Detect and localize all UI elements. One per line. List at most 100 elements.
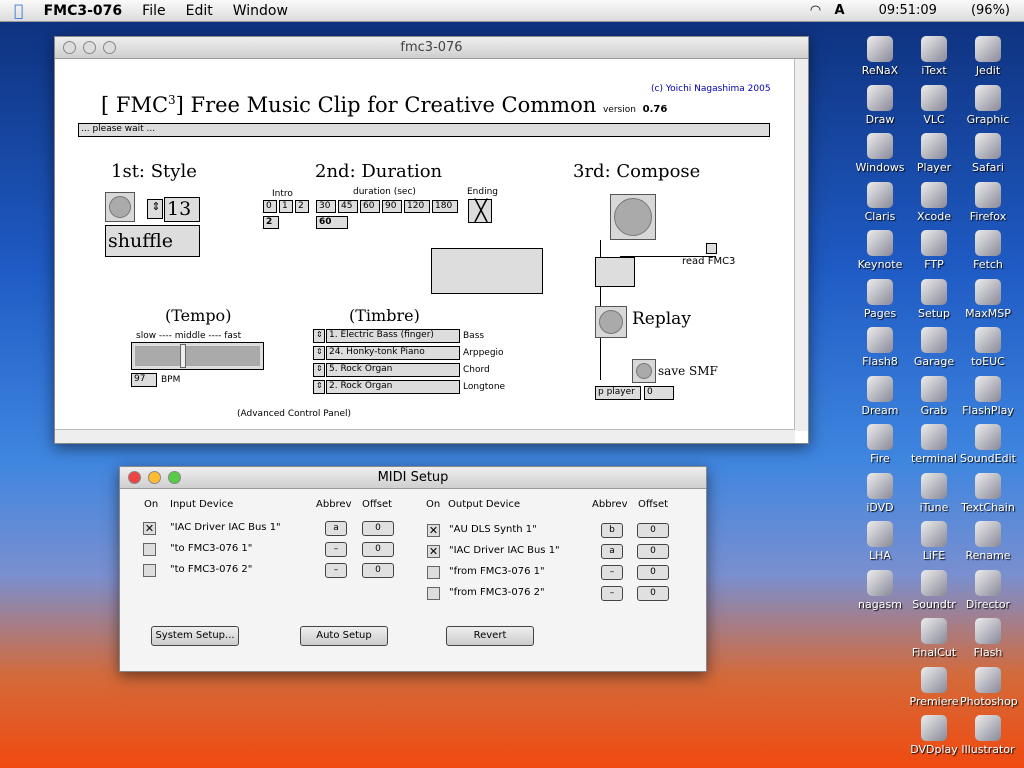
auto-setup-button[interactable]: Auto Setup [300,626,388,646]
desktop-icon-dream[interactable]: Dream [852,375,908,417]
desktop-icon-vlc[interactable]: VLC [906,84,962,126]
outputs-on-checkbox[interactable]: ✕ [427,545,440,558]
duration-option[interactable]: 90 [382,200,402,213]
style-random-button[interactable] [105,192,135,222]
timbre-select[interactable]: 2. Rock Organ [326,380,460,394]
desktop-icon-ftp[interactable]: FTP [906,230,962,271]
desktop-icon-illustrator[interactable]: Illustrator [960,715,1016,756]
inputs-on-checkbox[interactable]: ✕ [143,522,156,535]
inputs-abbrev-button[interactable]: a [325,521,347,536]
duration-option[interactable]: 60 [360,200,380,213]
desktop-icon-idvd[interactable]: iDVD [852,472,908,514]
inputs-abbrev-button[interactable]: – [325,563,347,578]
desktop-icon-setup[interactable]: Setup [906,278,962,320]
desktop-icon-windows[interactable]: Windows [852,133,908,174]
timbre-stepper-icon[interactable]: ⇕ [313,329,325,343]
menu-file[interactable]: File [142,3,165,19]
desktop-icon-textchain[interactable]: TextChain [960,472,1016,514]
desktop-icon-soundedit[interactable]: SoundEdit [960,424,1016,465]
inputs-abbrev-button[interactable]: – [325,542,347,557]
replay-button[interactable] [595,306,627,338]
desktop-icon-pages[interactable]: Pages [852,278,908,320]
outputs-offset-field[interactable]: 0 [637,544,669,559]
minimize-button[interactable] [148,471,161,484]
desktop-icon-maxmsp[interactable]: MaxMSP [960,278,1016,320]
system-setup-button[interactable]: System Setup... [151,626,239,646]
desktop-icon-lha[interactable]: LHA [852,521,908,562]
desktop-icon-safari[interactable]: Safari [960,133,1016,174]
bpm-value[interactable]: 97 [131,373,157,387]
desktop-icon-itext[interactable]: iText [906,36,962,77]
timbre-stepper-icon[interactable]: ⇕ [313,363,325,377]
desktop-icon-life[interactable]: LiFE [906,521,962,562]
horizontal-scrollbar[interactable] [55,429,795,443]
minimize-button[interactable] [83,41,96,54]
desktop-icon-finalcut[interactable]: FinalCut [906,618,962,659]
input-icon[interactable]: A [835,3,845,18]
style-number[interactable]: 13 [164,197,200,222]
desktop-icon-firefox[interactable]: Firefox [960,181,1016,223]
duration-option[interactable]: 45 [338,200,358,213]
desktop-icon-soundtr[interactable]: Soundtr [906,569,962,611]
outputs-abbrev-button[interactable]: a [601,544,623,559]
inputs-offset-field[interactable]: 0 [362,542,394,557]
close-button[interactable] [128,471,141,484]
zoom-button[interactable] [103,41,116,54]
advanced-panel-link[interactable]: (Advanced Control Panel) [237,409,351,419]
tempo-slider[interactable] [131,342,264,370]
compose-button[interactable] [610,194,656,240]
read-bang[interactable] [706,243,717,254]
desktop-icon-flash[interactable]: Flash [960,618,1016,659]
timbre-select[interactable]: 1. Electric Bass (finger) [326,329,460,343]
save-smf-button[interactable] [632,359,656,383]
clock[interactable]: 09:51:09 [879,3,937,18]
duration-option[interactable]: 120 [404,200,430,213]
desktop-icon-premiere[interactable]: Premiere [906,666,962,708]
desktop-icon-grab[interactable]: Grab [906,375,962,417]
outputs-on-checkbox[interactable]: ✕ [427,524,440,537]
outputs-offset-field[interactable]: 0 [637,586,669,601]
outputs-abbrev-button[interactable]: – [601,586,623,601]
desktop-icon-jedit[interactable]: Jedit [960,36,1016,77]
desktop-icon-photoshop[interactable]: Photoshop [960,666,1018,708]
outputs-abbrev-button[interactable]: – [601,565,623,580]
ending-toggle[interactable]: ╳ [468,199,492,223]
intro-option[interactable]: 1 [279,200,293,213]
intro-option[interactable]: 2 [295,200,309,213]
inputs-on-checkbox[interactable] [143,543,156,556]
outputs-on-checkbox[interactable] [427,566,440,579]
desktop-icon-dvdplay[interactable]: DVDplay [906,715,962,756]
menu-edit[interactable]: Edit [186,3,213,19]
wifi-icon[interactable]: ◠ [811,3,821,18]
menu-window[interactable]: Window [233,3,288,19]
timbre-select[interactable]: 24. Honky-tonk Piano [326,346,460,360]
desktop-icon-rename[interactable]: Rename [960,521,1016,562]
timbre-stepper-icon[interactable]: ⇕ [313,380,325,394]
apple-menu-icon[interactable]:  [14,1,24,20]
outputs-offset-field[interactable]: 0 [637,565,669,580]
outputs-offset-field[interactable]: 0 [637,523,669,538]
desktop-icon-fetch[interactable]: Fetch [960,230,1016,271]
desktop-icon-keynote[interactable]: Keynote [852,230,908,271]
desktop-icon-itune[interactable]: iTune [906,472,962,514]
revert-button[interactable]: Revert [446,626,534,646]
outputs-on-checkbox[interactable] [427,587,440,600]
timbre-select[interactable]: 5. Rock Organ [326,363,460,377]
desktop-icon-flashplay[interactable]: FlashPlay [960,375,1016,417]
battery[interactable]: (96%) [971,3,1010,18]
duration-option[interactable]: 30 [316,200,336,213]
desktop-icon-claris[interactable]: Claris [852,181,908,223]
desktop-icon-player[interactable]: Player [906,133,962,174]
desktop-icon-xcode[interactable]: Xcode [906,181,962,223]
desktop-icon-nagasm[interactable]: nagasm [852,569,908,611]
inputs-offset-field[interactable]: 0 [362,563,394,578]
desktop-icon-draw[interactable]: Draw [852,84,908,126]
vertical-scrollbar[interactable] [794,59,808,431]
inputs-offset-field[interactable]: 0 [362,521,394,536]
timbre-stepper-icon[interactable]: ⇕ [313,346,325,360]
title-bar[interactable]: fmc3-076 [55,37,808,59]
style-stepper-icon[interactable]: ⇕ [147,199,163,219]
close-button[interactable] [63,41,76,54]
desktop-icon-graphic[interactable]: Graphic [960,84,1016,126]
desktop-icon-flash8[interactable]: Flash8 [852,327,908,368]
